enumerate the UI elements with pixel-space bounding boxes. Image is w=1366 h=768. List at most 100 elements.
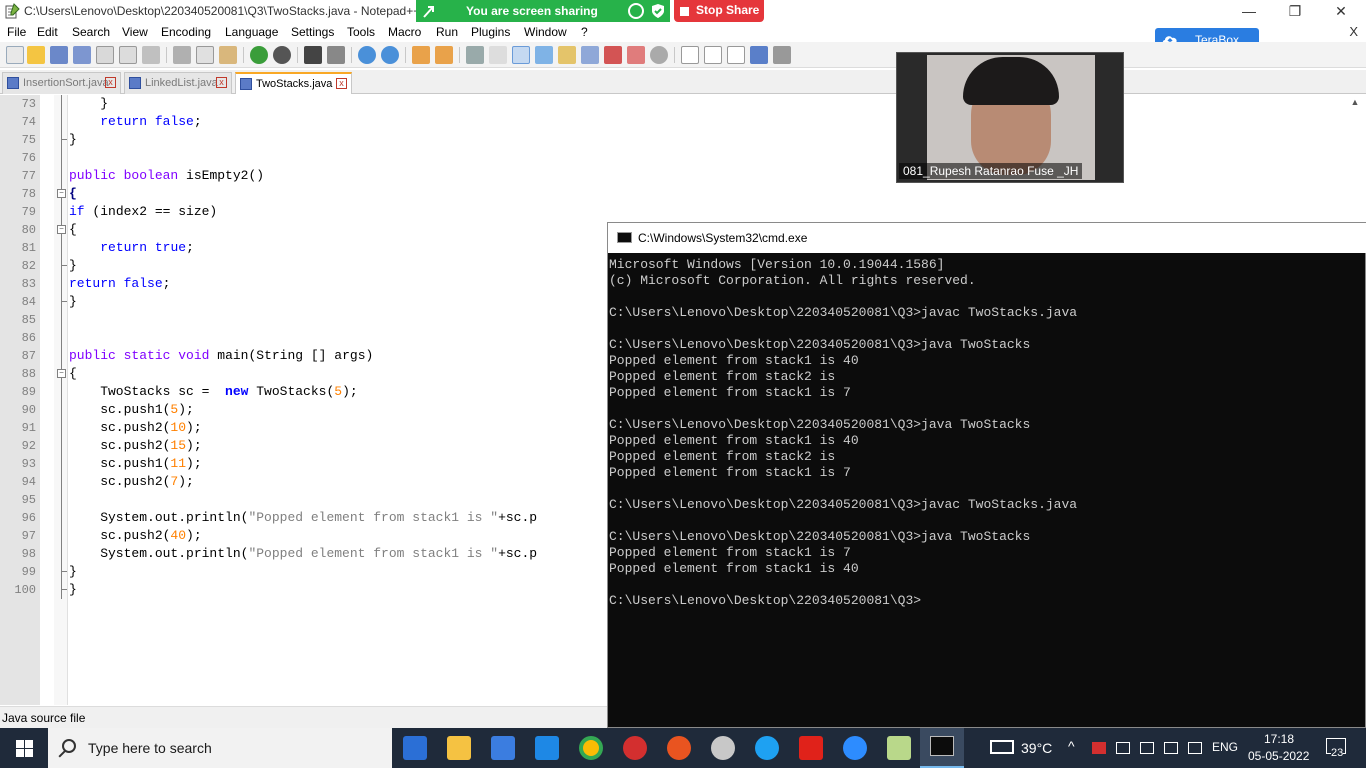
menu-search[interactable]: Search [72,25,110,39]
restore-button[interactable]: ❐ [1272,0,1318,22]
folder-workspace-icon[interactable] [627,46,645,64]
clock-time[interactable]: 17:18 [1264,732,1294,746]
record-macro-icon[interactable] [681,46,699,64]
zoom-icon[interactable] [843,736,867,760]
cut-icon[interactable] [173,46,191,64]
line-number: 81 [21,241,36,255]
close-icon[interactable]: x [336,78,347,89]
acrobat-icon[interactable] [799,736,823,760]
fold-toggle-icon[interactable]: − [57,369,66,378]
chrome-icon[interactable] [579,736,603,760]
language-indicator[interactable]: ENG [1212,740,1238,754]
code-line[interactable]: 74 return false; [0,113,1366,131]
clock-date[interactable]: 05-05-2022 [1248,749,1309,763]
meet-now-icon[interactable] [1116,742,1130,754]
start-button[interactable] [0,728,48,768]
close-icon[interactable]: x [105,77,116,88]
menu-file[interactable]: File [7,25,26,39]
settings-gear-icon[interactable] [711,736,735,760]
word-wrap-icon[interactable] [466,46,484,64]
stop-macro-icon[interactable] [704,46,722,64]
stop-share-button[interactable]: Stop Share [674,0,764,22]
menu-encoding[interactable]: Encoding [161,25,211,39]
document-icon [240,78,252,90]
chevron-up-icon[interactable]: ^ [1068,738,1075,754]
paste-icon[interactable] [219,46,237,64]
volume-icon[interactable] [1188,742,1202,754]
scroll-up-icon[interactable]: ▲ [1348,97,1362,111]
menu-edit[interactable]: Edit [37,25,58,39]
pdf-reader-icon[interactable] [623,736,647,760]
cmd-output[interactable]: Microsoft Windows [Version 10.0.19044.15… [608,253,1366,729]
temperature[interactable]: 39°C [1021,740,1052,756]
notepadpp-taskbar-icon[interactable] [887,736,911,760]
network-icon[interactable] [1140,742,1154,754]
udl-icon[interactable] [535,46,553,64]
menu-language[interactable]: Language [225,25,278,39]
antivirus-icon[interactable] [1092,742,1106,754]
code-line[interactable]: 78 −{ [0,185,1366,203]
run-macro-multiple-icon[interactable] [750,46,768,64]
close-button[interactable]: ✕ [1318,0,1364,22]
menu-plugins[interactable]: Plugins [471,25,510,39]
webcam-video-tile[interactable]: 081_Rupesh Ratanrao Fuse _JH [896,52,1124,183]
display-icon[interactable] [1164,742,1178,754]
code-text: sc.push2(7); [69,474,194,489]
code-line[interactable]: 75} [0,131,1366,149]
zoom-out-icon[interactable] [381,46,399,64]
indent-guide-icon[interactable] [512,46,530,64]
sync-vertical-icon[interactable] [412,46,430,64]
internet-explorer-icon[interactable] [755,736,779,760]
redo-icon[interactable] [273,46,291,64]
new-file-icon[interactable] [6,46,24,64]
cmd-window[interactable]: C:\Windows\System32\cmd.exe Microsoft Wi… [607,222,1366,728]
code-line[interactable]: 79 if (index2 == size) [0,203,1366,221]
record-icon[interactable] [628,3,644,19]
menu-settings[interactable]: Settings [291,25,334,39]
menu-tools[interactable]: Tools [347,25,375,39]
function-list-icon[interactable] [604,46,622,64]
print-icon[interactable] [142,46,160,64]
zoom-in-icon[interactable] [358,46,376,64]
weather-icon[interactable] [990,740,1014,754]
find-icon[interactable] [304,46,322,64]
tab-insertionsort[interactable]: InsertionSort.java x [2,72,121,94]
code-line[interactable]: 73 } [0,95,1366,113]
media-player-icon[interactable] [403,736,427,760]
menu-macro[interactable]: Macro [388,25,421,39]
show-all-chars-icon[interactable] [489,46,507,64]
close-file-icon[interactable] [96,46,114,64]
minimize-button[interactable]: — [1226,0,1272,22]
open-folder-icon[interactable] [27,46,45,64]
tab-twostacks[interactable]: TwoStacks.java x [235,72,352,94]
menu-run[interactable]: Run [436,25,458,39]
save-all-icon[interactable] [73,46,91,64]
doc-list-icon[interactable] [581,46,599,64]
tab-linkedlist[interactable]: LinkedList.java x [124,72,232,94]
mail-icon[interactable] [535,736,559,760]
close-all-icon[interactable] [119,46,137,64]
taskbar-search-box[interactable]: Type here to search [48,728,392,768]
save-icon[interactable] [50,46,68,64]
sync-horizontal-icon[interactable] [435,46,453,64]
menu-window[interactable]: Window [524,25,567,39]
fold-toggle-icon[interactable]: − [57,189,66,198]
replace-icon[interactable] [327,46,345,64]
close-document-button[interactable]: X [1349,24,1358,39]
undo-icon[interactable] [250,46,268,64]
copy-icon[interactable] [196,46,214,64]
monitoring-icon[interactable] [650,46,668,64]
code-line[interactable]: 77 public boolean isEmpty2() [0,167,1366,185]
file-explorer-icon[interactable] [447,736,471,760]
fold-toggle-icon[interactable]: − [57,225,66,234]
close-icon[interactable]: x [216,77,227,88]
save-macro-icon[interactable] [773,46,791,64]
doc-map-icon[interactable] [558,46,576,64]
menu-help[interactable]: ? [581,25,588,39]
ubuntu-icon[interactable] [667,736,691,760]
menu-view[interactable]: View [122,25,148,39]
play-macro-icon[interactable] [727,46,745,64]
cmd-taskbar-button[interactable] [920,728,964,768]
store-icon[interactable] [491,736,515,760]
code-line[interactable]: 76 [0,149,1366,167]
